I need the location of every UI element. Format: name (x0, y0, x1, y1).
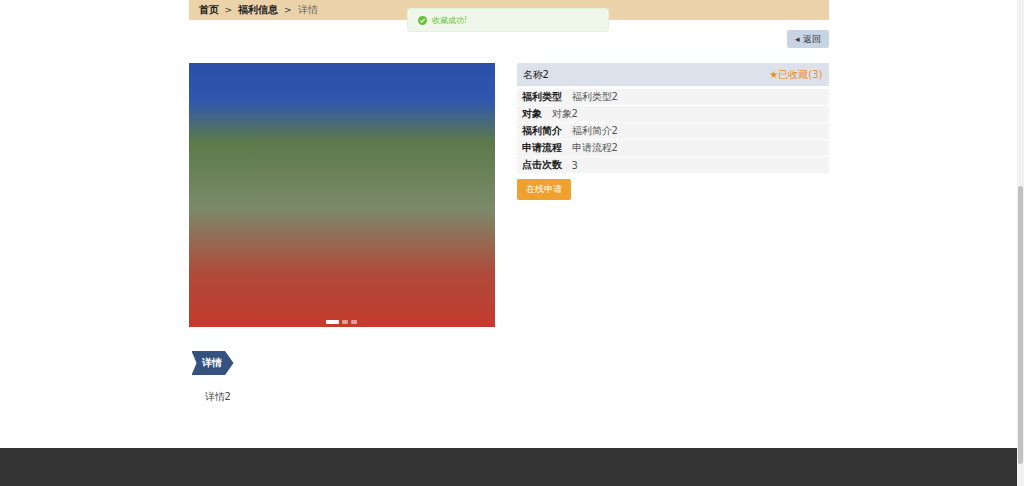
info-row: 福利类型 福利类型2 (517, 89, 829, 106)
row-label: 点击次数 (522, 158, 562, 172)
carousel-dot[interactable] (342, 320, 348, 324)
breadcrumb-item: 详情 (298, 3, 318, 17)
check-circle-icon (418, 16, 427, 25)
breadcrumb-item[interactable]: 福利信息 (238, 3, 278, 17)
row-value: 福利类型2 (572, 90, 618, 104)
carousel[interactable] (189, 63, 495, 327)
star-icon: ★ (769, 69, 778, 80)
screen: 首页 > 福利信息 > 详情 ◂ 返回 名称2 ★已收藏(3) 福利类型 福利类型2… (0, 0, 1024, 486)
item-title: 名称2 (523, 68, 549, 82)
info-row: 福利简介 福利简介2 (517, 123, 829, 140)
row-label: 申请流程 (522, 141, 562, 155)
detail-content: 详情2 (192, 390, 829, 404)
row-label: 对象 (522, 107, 542, 121)
info-header: 名称2 ★已收藏(3) (517, 63, 829, 86)
back-label: 返回 (803, 33, 821, 46)
triangle-left-icon: ◂ (795, 34, 800, 44)
toast-message: 收藏成功! (432, 15, 467, 26)
apply-button[interactable]: 在线申请 (517, 179, 571, 200)
carousel-dots (189, 320, 495, 324)
toast: 收藏成功! (407, 8, 609, 32)
scrollbar-thumb[interactable] (1018, 186, 1023, 464)
page: 首页 > 福利信息 > 详情 ◂ 返回 名称2 ★已收藏(3) 福利类型 福利类型2… (0, 0, 1017, 486)
info-row: 对象 对象2 (517, 106, 829, 123)
footer (0, 448, 1017, 486)
detail-tab: 详情 (192, 351, 234, 375)
back-row: ◂ 返回 (189, 30, 829, 48)
carousel-dot[interactable] (351, 320, 357, 324)
row-label: 福利简介 (522, 124, 562, 138)
detail-section: 详情 详情2 (189, 351, 829, 404)
favorite-button[interactable]: ★已收藏(3) (769, 68, 822, 82)
back-button[interactable]: ◂ 返回 (787, 30, 829, 48)
row-label: 福利类型 (522, 90, 562, 104)
scrollbar[interactable] (1017, 0, 1024, 486)
row-value: 3 (572, 160, 578, 171)
row-value: 对象2 (552, 107, 578, 121)
breadcrumb-separator: > (225, 5, 233, 15)
info-panel: 名称2 ★已收藏(3) 福利类型 福利类型2对象 对象2福利简介 福利简介2申请… (517, 63, 829, 327)
info-rows: 福利类型 福利类型2对象 对象2福利简介 福利简介2申请流程 申请流程2点击次数… (517, 89, 829, 174)
breadcrumb-item[interactable]: 首页 (199, 3, 219, 17)
info-row: 申请流程 申请流程2 (517, 140, 829, 157)
main-row: 名称2 ★已收藏(3) 福利类型 福利类型2对象 对象2福利简介 福利简介2申请… (189, 63, 829, 327)
breadcrumb-separator: > (284, 5, 292, 15)
content: 首页 > 福利信息 > 详情 ◂ 返回 名称2 ★已收藏(3) 福利类型 福利类型2… (189, 0, 829, 448)
row-value: 申请流程2 (572, 141, 618, 155)
row-value: 福利简介2 (572, 124, 618, 138)
info-row: 点击次数 3 (517, 157, 829, 174)
carousel-dot[interactable] (326, 320, 339, 324)
